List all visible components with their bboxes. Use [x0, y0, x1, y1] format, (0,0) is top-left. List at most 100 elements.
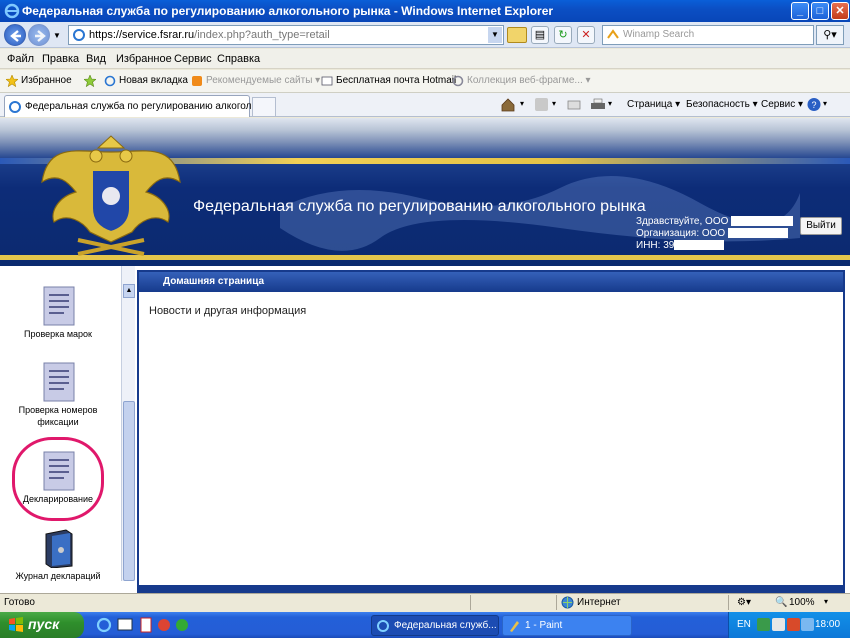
search-placeholder: Winamp Search: [623, 29, 695, 40]
quicklaunch-doc-icon[interactable]: [138, 617, 154, 633]
protected-mode-icon[interactable]: ⚙▾: [737, 597, 751, 608]
title-bar: Федеральная служба по регулированию алко…: [0, 0, 850, 22]
new-tab-button[interactable]: [252, 97, 276, 116]
help-dropdown-icon[interactable]: ▾: [823, 99, 827, 108]
task-paint-label: 1 - Paint: [525, 620, 563, 631]
ie-page-icon: [104, 75, 116, 87]
home-dropdown-icon[interactable]: ▾: [520, 99, 524, 108]
org-text: Организация: ООО: [636, 228, 726, 239]
refresh-icon[interactable]: ↻: [554, 26, 572, 44]
sidebar-item-stamp-check[interactable]: Проверка марок: [0, 286, 116, 342]
tray-icon-1[interactable]: [757, 618, 770, 631]
clock[interactable]: 18:00: [815, 619, 840, 630]
status-text: Готово: [4, 597, 35, 608]
tab-row: Федеральная служба по регулированию алко…: [0, 93, 850, 117]
compat-view-icon[interactable]: ▤: [531, 26, 549, 44]
document-list-icon: [43, 362, 75, 402]
sidebar-item-declaration-journal[interactable]: Журнал деклараций: [0, 528, 116, 593]
menu-edit[interactable]: Правка: [42, 53, 79, 65]
sidebar-item-fixation-check[interactable]: Проверка номеров фиксации: [0, 362, 116, 430]
lock-icon[interactable]: [507, 27, 527, 43]
search-button[interactable]: ⚲▾: [816, 25, 844, 45]
page-menu[interactable]: Страница ▾: [627, 99, 680, 110]
menu-favorites[interactable]: Избранное: [116, 53, 172, 65]
taskbar: пуск Федеральная служб... 1 - Paint EN 1…: [0, 612, 850, 638]
windows-logo-icon: [9, 617, 23, 632]
ie-icon: [4, 3, 20, 19]
language-indicator[interactable]: EN: [737, 619, 751, 630]
sidebar: Проверка марок Проверка номеров фиксации…: [0, 266, 121, 593]
globe-icon: [561, 596, 574, 609]
minimize-button[interactable]: _: [791, 2, 809, 20]
volume-icon[interactable]: [801, 618, 814, 631]
status-bar: Готово Интернет ⚙▾ 🔍 100% ▾: [0, 593, 850, 611]
history-dropdown-icon[interactable]: ▼: [53, 31, 61, 40]
task-ie-window[interactable]: Федеральная служб...: [371, 615, 499, 636]
logout-button[interactable]: Выйти: [800, 217, 842, 235]
scroll-up-icon[interactable]: ▲: [123, 284, 135, 298]
help-icon[interactable]: ?: [806, 97, 822, 112]
safety-menu[interactable]: Безопасность ▾: [686, 99, 758, 110]
winamp-icon: [607, 29, 619, 39]
stop-icon[interactable]: ✕: [577, 26, 595, 44]
feeds-dropdown-icon[interactable]: ▾: [552, 99, 556, 108]
redacted-name: [731, 216, 794, 227]
fav-web-slices[interactable]: Коллекция веб-фрагме... ▾: [467, 75, 591, 86]
sidebar-label-declaration-journal: Журнал деклараций: [15, 571, 101, 581]
sidebar-scrollbar[interactable]: ▲: [121, 266, 135, 581]
quicklaunch-app2-icon[interactable]: [174, 617, 190, 633]
panel-header: Домашняя страница: [139, 272, 843, 292]
feeds-icon[interactable]: [534, 97, 550, 112]
hotmail-icon: [321, 76, 333, 86]
quicklaunch-ie-icon[interactable]: [96, 617, 112, 633]
tab-ie-icon: [9, 101, 21, 113]
favorites-button[interactable]: Избранное: [21, 75, 72, 86]
favorites-bar: Избранное Новая вкладка Рекомендуемые са…: [0, 70, 850, 93]
task-ie-label: Федеральная служб...: [394, 620, 497, 631]
back-button[interactable]: [4, 24, 26, 46]
quicklaunch-app-icon[interactable]: [156, 617, 172, 633]
page-icon: [73, 29, 85, 41]
menu-file[interactable]: Файл: [7, 53, 34, 65]
fav-suggested-sites[interactable]: Рекомендуемые сайты ▾: [206, 75, 320, 86]
add-favorite-icon[interactable]: [84, 75, 96, 87]
status-separator: [470, 595, 471, 610]
star-icon: [6, 75, 18, 87]
annotation-circle: [12, 437, 104, 521]
zoom-icon[interactable]: 🔍: [775, 597, 787, 608]
sidebar-label-stamp-check: Проверка марок: [24, 329, 92, 339]
address-url: https://service.fsrar.ru/index.php?auth_…: [89, 29, 330, 41]
status-separator: [728, 595, 729, 610]
home-panel: Домашняя страница Новости и другая инфор…: [137, 270, 845, 593]
address-dropdown-icon[interactable]: ▼: [488, 27, 502, 43]
eagle-emblem-logo: [41, 135, 181, 256]
menu-help[interactable]: Справка: [217, 53, 260, 65]
fav-new-tab[interactable]: Новая вкладка: [119, 75, 188, 86]
panel-content-text: Новости и другая информация: [149, 305, 307, 317]
zoom-level[interactable]: 100%: [789, 597, 815, 608]
web-slice-icon: [452, 75, 464, 87]
address-field[interactable]: https://service.fsrar.ru/index.php?auth_…: [68, 25, 504, 45]
search-input[interactable]: Winamp Search: [602, 25, 814, 45]
tab-fsrar[interactable]: Федеральная служба по регулированию алко…: [4, 95, 265, 117]
quicklaunch-desktop-icon[interactable]: [117, 617, 133, 633]
tray-icon-3[interactable]: [787, 618, 800, 631]
suggested-sites-icon: [192, 76, 202, 86]
print-dropdown-icon[interactable]: ▾: [608, 99, 612, 108]
task-paint-window[interactable]: 1 - Paint: [502, 615, 632, 636]
close-button[interactable]: ✕: [831, 2, 849, 20]
tray-icon-2[interactable]: [772, 618, 785, 631]
tools-menu[interactable]: Сервис ▾: [761, 99, 803, 110]
fav-hotmail[interactable]: Бесплатная почта Hotmail: [336, 75, 456, 86]
menu-bar: Файл Правка Вид Избранное Сервис Справка: [0, 49, 850, 69]
scroll-thumb[interactable]: [123, 401, 135, 581]
home-icon[interactable]: [500, 97, 516, 112]
zoom-dropdown-icon[interactable]: ▾: [824, 597, 828, 606]
forward-button[interactable]: [28, 24, 50, 46]
read-mail-icon[interactable]: [566, 97, 582, 112]
print-icon[interactable]: [590, 97, 606, 112]
menu-tools[interactable]: Сервис: [174, 53, 212, 65]
maximize-button[interactable]: □: [811, 2, 829, 20]
start-button[interactable]: пуск: [0, 612, 84, 638]
menu-view[interactable]: Вид: [86, 53, 106, 65]
